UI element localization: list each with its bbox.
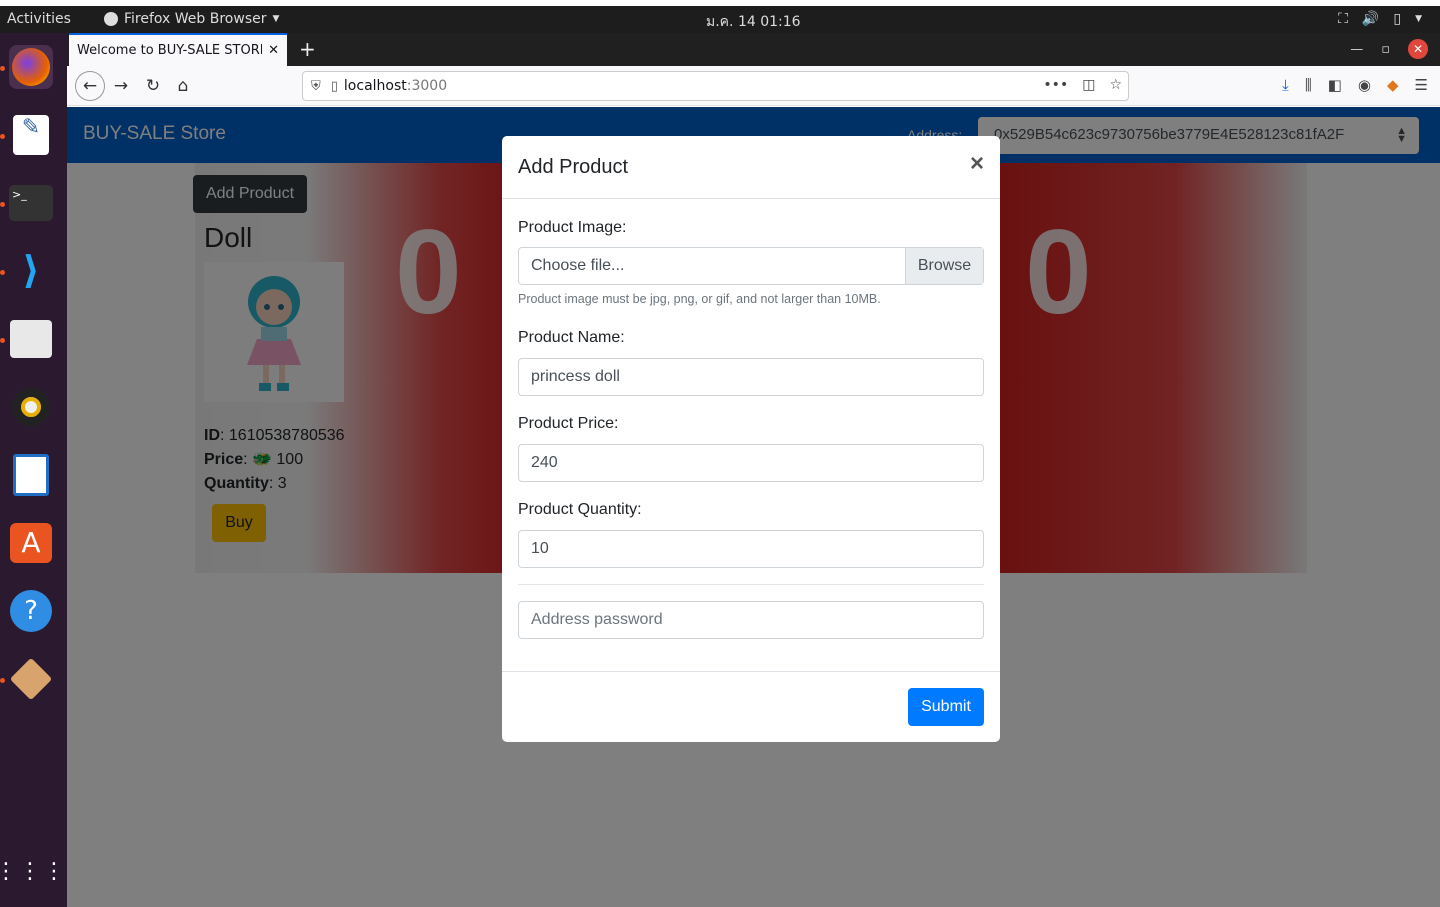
new-tab-button[interactable]: + — [299, 37, 316, 61]
modal-header: Add Product × — [502, 136, 1000, 199]
page-icon: ▯ — [330, 78, 338, 94]
library-icon[interactable]: ⫼ — [1305, 76, 1312, 94]
url-host: localhost — [343, 78, 407, 94]
running-indicator — [0, 338, 5, 343]
submit-button[interactable]: Submit — [908, 688, 984, 726]
app-name: Firefox Web Browser — [124, 11, 267, 27]
download-icon[interactable]: ⤓ — [1282, 76, 1289, 94]
system-top-bar: Activities Firefox Web Browser ▼ ม.ค. 14… — [0, 6, 1440, 33]
password-placeholder: Address password — [531, 611, 663, 628]
software-center-icon[interactable]: A — [9, 521, 53, 565]
window-controls: — ▫ ✕ — [1350, 39, 1428, 59]
url-port: :3000 — [406, 78, 448, 94]
close-window-icon[interactable]: ✕ — [1408, 39, 1428, 59]
firefox-icon — [104, 12, 118, 26]
add-product-modal: Add Product × Product Image: Choose file… — [502, 136, 1000, 742]
terminal-icon[interactable]: >_ — [9, 181, 53, 225]
product-name-label: Product Name: — [518, 329, 625, 346]
more-icon[interactable]: ••• — [1043, 77, 1068, 93]
modal-footer: Submit — [502, 671, 1000, 742]
sidebar-icon[interactable]: ◧ — [1328, 76, 1342, 94]
account-icon[interactable]: ◉ — [1358, 76, 1371, 94]
volume-icon: 🔊 — [1361, 11, 1380, 27]
product-quantity-input[interactable]: 10 — [518, 530, 984, 568]
system-tray[interactable]: ⛶ 🔊 ▯ ▼ — [1338, 11, 1422, 27]
help-icon[interactable]: ? — [9, 589, 53, 633]
reload-icon[interactable]: ↻ — [141, 74, 165, 98]
toolbar-right: ⤓ ⫼ ◧ ◉ ◆ ☰ — [1282, 76, 1428, 94]
address-password-input[interactable]: Address password — [518, 601, 984, 639]
app-menu[interactable]: Firefox Web Browser ▼ — [104, 11, 279, 27]
product-quantity-label: Product Quantity: — [518, 501, 642, 518]
tab-strip: Welcome to BUY-SALE STORE ✕ + — ▫ ✕ — [67, 33, 1440, 66]
image-hint: Product image must be jpg, png, or gif, … — [518, 292, 881, 306]
clock[interactable]: ม.ค. 14 01:16 — [706, 11, 801, 33]
files-icon[interactable] — [9, 317, 53, 361]
back-icon[interactable]: ← — [75, 71, 105, 101]
activities-button[interactable]: Activities — [7, 11, 71, 27]
product-image-label: Product Image: — [518, 219, 627, 236]
chevron-down-icon: ▼ — [1415, 14, 1422, 24]
running-indicator — [0, 134, 5, 139]
network-icon: ⛶ — [1338, 11, 1348, 27]
metamask-icon[interactable]: ◆ — [1387, 76, 1399, 94]
tab-active[interactable]: Welcome to BUY-SALE STORE ✕ — [69, 33, 287, 66]
chevron-down-icon: ▼ — [272, 14, 280, 24]
tab-title: Welcome to BUY-SALE STORE — [77, 43, 263, 58]
product-name-input[interactable]: princess doll — [518, 358, 984, 396]
home-icon[interactable]: ⌂ — [171, 74, 195, 98]
url-bar[interactable]: ⛨ ▯ localhost:3000 ••• ◫ ☆ — [302, 71, 1129, 101]
product-price-input[interactable]: 240 — [518, 444, 984, 482]
running-indicator — [0, 66, 5, 71]
divider — [518, 584, 984, 585]
running-indicator — [0, 202, 5, 207]
maximize-icon[interactable]: ▫ — [1381, 42, 1390, 57]
rhythmbox-icon[interactable] — [9, 385, 53, 429]
battery-icon: ▯ — [1393, 11, 1402, 27]
nav-toolbar: ← → ↻ ⌂ ⛨ ▯ localhost:3000 ••• ◫ ☆ ⤓ ⫼ ◧… — [67, 66, 1440, 106]
close-icon[interactable]: × — [970, 150, 984, 178]
dock: ✎ >_ ⟩ A ? ⋮⋮⋮ — [0, 33, 67, 907]
running-indicator — [0, 678, 5, 683]
browse-button[interactable]: Browse — [905, 248, 983, 284]
modal-title: Add Product — [518, 156, 629, 178]
pocket-icon[interactable]: ◫ — [1082, 77, 1095, 93]
show-apps-icon[interactable]: ⋮⋮⋮ — [0, 849, 65, 893]
text-editor-icon[interactable]: ✎ — [9, 113, 53, 157]
shield-icon[interactable]: ⛨ — [311, 79, 321, 94]
vscode-icon[interactable]: ⟩ — [9, 249, 53, 293]
file-input[interactable]: Choose file... Browse — [518, 247, 984, 285]
firefox-dock-icon[interactable] — [9, 45, 53, 89]
close-tab-icon[interactable]: ✕ — [268, 43, 279, 58]
file-placeholder: Choose file... — [531, 257, 625, 274]
bookmark-star-icon[interactable]: ☆ — [1109, 77, 1122, 93]
package-icon[interactable] — [9, 657, 53, 701]
firefox-window: Welcome to BUY-SALE STORE ✕ + — ▫ ✕ ← → … — [67, 33, 1440, 907]
running-indicator — [0, 270, 5, 275]
web-page: BUY-SALE Store Address: 0x529B54c623c973… — [67, 107, 1440, 907]
forward-icon[interactable]: → — [109, 74, 133, 98]
writer-icon[interactable] — [9, 453, 53, 497]
minimize-icon[interactable]: — — [1350, 42, 1363, 57]
url-actions: ••• ◫ ☆ — [1043, 77, 1122, 93]
product-price-label: Product Price: — [518, 415, 619, 432]
menu-icon[interactable]: ☰ — [1415, 76, 1428, 94]
